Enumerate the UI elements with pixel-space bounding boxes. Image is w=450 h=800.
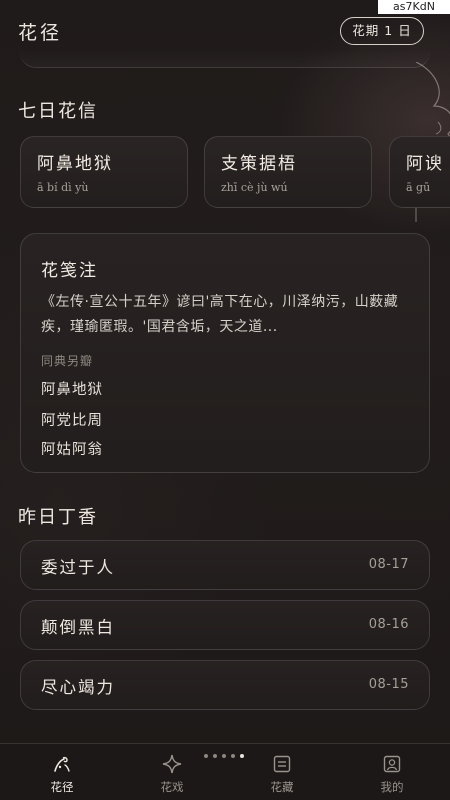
app-title: 花径 <box>18 22 63 44</box>
section-title-history: 昨日丁香 <box>18 507 98 528</box>
note-body: 《左传·宣公十五年》谚曰'高下在心，川泽纳污，山薮藏疾，瑾瑜匿瑕。'国君含垢，天… <box>41 294 399 335</box>
history-item[interactable]: 颠倒黑白 08-16 <box>20 600 430 650</box>
word-card-pinyin: zhī cè jù wú <box>221 181 288 194</box>
history-item[interactable]: 尽心竭力 08-15 <box>20 660 430 710</box>
section-title-seven-day: 七日花信 <box>18 101 98 122</box>
previous-card-edge <box>20 46 430 68</box>
watermark: as7KdN <box>378 0 450 14</box>
sparkle-icon <box>162 754 182 774</box>
word-card-pinyin: ā bí dì yù <box>37 181 89 194</box>
note-card: 花笺注 《左传·宣公十五年》谚曰'高下在心，川泽纳污，山薮藏疾，瑾瑜匿瑕。'国君… <box>20 233 430 473</box>
related-link[interactable]: 阿姑阿翁 <box>41 438 103 459</box>
tab-label: 花藏 <box>270 780 294 794</box>
list-box-icon <box>273 755 291 773</box>
history-item[interactable]: 委过于人 08-17 <box>20 540 430 590</box>
tab-huaxi[interactable]: 花戏 <box>116 744 228 800</box>
tab-label: 花径 <box>50 780 74 794</box>
flower-path-icon <box>54 756 70 772</box>
period-badge-button[interactable]: 花期 1 日 <box>340 17 424 45</box>
tab-huacang[interactable]: 花藏 <box>226 744 338 800</box>
tab-profile[interactable]: 我的 <box>336 744 448 800</box>
related-link[interactable]: 阿党比周 <box>41 409 103 430</box>
word-card-title: 阿鼻地狱 <box>37 154 113 174</box>
word-card-title: 阿谀 <box>406 154 444 174</box>
app-header: 花径 花期 1 日 <box>0 14 450 50</box>
word-card-title: 支策据梧 <box>221 154 297 174</box>
tab-label: 我的 <box>380 780 404 794</box>
page-dot <box>231 754 235 758</box>
note-title: 花笺注 <box>41 261 98 281</box>
page-indicator <box>204 754 244 758</box>
page-dot <box>213 754 217 758</box>
word-card-pinyin: ā gū <box>406 181 431 194</box>
profile-icon <box>383 755 401 773</box>
history-word: 颠倒黑白 <box>41 618 115 637</box>
page-dot <box>240 754 244 758</box>
history-word: 委过于人 <box>41 558 115 577</box>
history-date: 08-16 <box>368 617 409 632</box>
word-card[interactable]: 阿鼻地狱 ā bí dì yù <box>20 136 188 208</box>
history-word: 尽心竭力 <box>41 678 115 697</box>
page-dot <box>204 754 208 758</box>
bottom-tab-bar: 花径 花戏 花藏 我的 <box>0 743 450 800</box>
history-date: 08-17 <box>368 557 409 572</box>
tab-label: 花戏 <box>160 780 184 794</box>
history-date: 08-15 <box>368 677 409 692</box>
page-dot <box>222 754 226 758</box>
word-card[interactable]: 阿谀 ā gū <box>389 136 450 208</box>
related-link[interactable]: 阿鼻地狱 <box>41 378 103 399</box>
word-card[interactable]: 支策据梧 zhī cè jù wú <box>204 136 372 208</box>
tab-huajing[interactable]: 花径 <box>6 744 118 800</box>
related-label: 同典另瓣 <box>41 354 94 368</box>
